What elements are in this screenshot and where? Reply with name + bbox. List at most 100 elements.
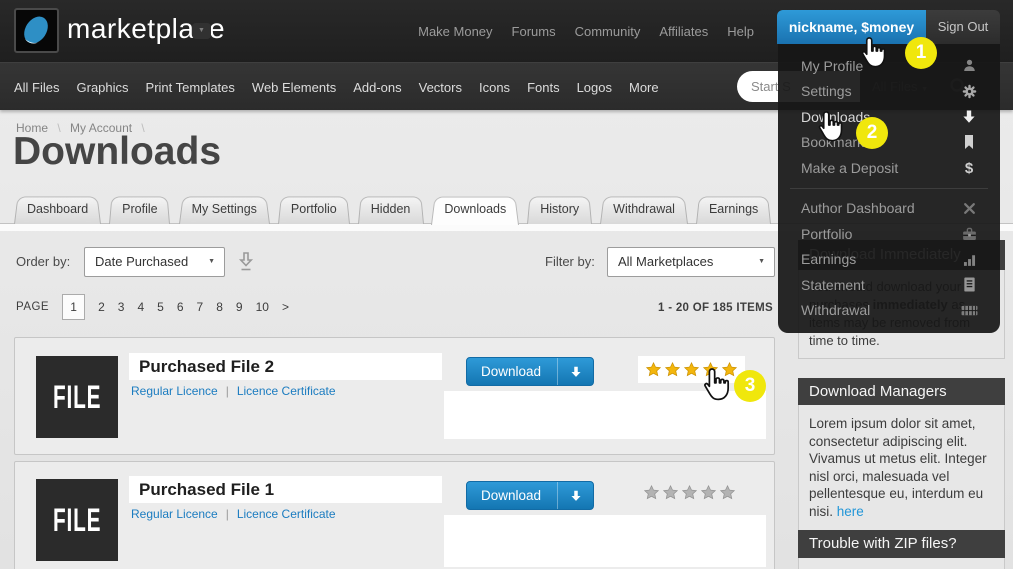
tools-icon [959,200,979,217]
callout-badge-2: 2 [856,117,888,149]
page-3[interactable]: 3 [118,300,125,314]
download-arrow-icon [557,358,593,385]
tab-profile[interactable]: Profile [109,194,170,224]
top-nav: Make Money Forums Community Affiliates H… [418,0,754,62]
regular-licence-link[interactable]: Regular Licence [131,507,218,521]
page-10[interactable]: 10 [256,300,269,314]
bookmark-icon [959,134,979,150]
callout-badge-1: 1 [905,37,937,69]
top-nav-forums[interactable]: Forums [512,24,556,39]
menu-item-settings[interactable]: Settings [778,79,1000,105]
licence-certificate-link[interactable]: Licence Certificate [237,384,336,398]
marketplace-logo-icon[interactable] [14,8,59,53]
filter-by-label: Filter by: [545,254,595,269]
bar-chart-icon [959,251,979,268]
nav-all-files[interactable]: All Files [14,80,60,95]
sidebar-box-body [798,558,1005,569]
page-next[interactable]: > [282,300,289,314]
menu-item-make-a-deposit[interactable]: Make a Deposit $ [778,155,1000,181]
pagination: PAGE 1 2 3 4 5 6 7 8 9 10 > [16,300,289,314]
page-9[interactable]: 9 [236,300,243,314]
hand-cursor-icon [700,367,732,409]
top-nav-community[interactable]: Community [575,24,641,39]
tab-dashboard[interactable]: Dashboard [14,194,101,224]
tab-my-settings[interactable]: My Settings [179,194,270,224]
chevron-down-icon: ▼ [758,248,765,276]
item-license-links: Regular Licence|Licence Certificate [131,384,336,398]
nav-fonts[interactable]: Fonts [527,80,560,95]
nav-graphics[interactable]: Graphics [77,80,129,95]
category-nav: All Files Graphics Print Templates Web E… [14,63,659,111]
dollar-icon: $ [959,159,979,176]
nav-print-templates[interactable]: Print Templates [146,80,235,95]
tab-hidden[interactable]: Hidden [358,194,424,224]
top-nav-make-money[interactable]: Make Money [418,24,492,39]
nav-vectors[interactable]: Vectors [419,80,462,95]
purchased-item-row: FILE Purchased File 2 Regular Licence|Li… [14,337,775,455]
licence-certificate-link[interactable]: Licence Certificate [237,507,336,521]
nav-more[interactable]: More [629,80,659,95]
page-6[interactable]: 6 [177,300,184,314]
menu-divider [790,188,988,189]
download-button[interactable]: Download [466,481,594,510]
statement-icon [959,276,979,293]
menu-item-withdrawal[interactable]: Withdrawal [778,298,1000,324]
callout-badge-3: 3 [734,370,766,402]
download-managers-box: Download Managers Lorem ipsum dolor sit … [798,378,1005,531]
item-title[interactable]: Purchased File 2 [129,353,442,380]
menu-item-author-dashboard[interactable]: Author Dashboard [778,196,1000,222]
sign-out-button[interactable]: Sign Out [926,10,1000,44]
file-thumbnail[interactable]: FILE [36,356,118,438]
user-account-button[interactable]: nickname, $money [777,10,926,44]
item-title[interactable]: Purchased File 1 [129,476,442,503]
page-2[interactable]: 2 [98,300,105,314]
tab-withdrawal[interactable]: Withdrawal [600,194,688,224]
nav-web-elements[interactable]: Web Elements [252,80,336,95]
menu-item-downloads[interactable]: Downloads [778,104,1000,130]
marketplace-downloads-page: marketplace ▼ Make Money Forums Communit… [0,0,1013,569]
page-8[interactable]: 8 [216,300,223,314]
logo-dropdown-caret-icon[interactable]: ▼ [192,23,211,39]
filter-by-select[interactable]: All Marketplaces▼ [607,247,775,277]
menu-item-statement[interactable]: Statement [778,272,1000,298]
download-button[interactable]: Download [466,357,594,386]
page-current[interactable]: 1 [62,294,85,320]
hand-cursor-icon [815,110,845,150]
account-tabs: Dashboard Profile My Settings Portfolio … [14,194,771,225]
svg-text:$: $ [965,160,974,176]
cash-icon [959,303,979,318]
order-by-label: Order by: [16,254,70,269]
regular-licence-link[interactable]: Regular Licence [131,384,218,398]
hand-cursor-icon [858,36,888,76]
items-count-summary: 1 - 20 OF 185 ITEMS [658,302,773,314]
tab-downloads[interactable]: Downloads [431,194,519,225]
sidebar-box-title: Trouble with ZIP files? [798,530,1005,558]
page-4[interactable]: 4 [137,300,144,314]
tab-portfolio[interactable]: Portfolio [278,194,350,224]
nav-add-ons[interactable]: Add-ons [353,80,401,95]
page-7[interactable]: 7 [197,300,204,314]
rating-stars[interactable] [643,484,736,501]
person-icon [959,57,979,74]
nav-icons[interactable]: Icons [479,80,510,95]
top-nav-affiliates[interactable]: Affiliates [659,24,708,39]
here-link[interactable]: here [837,504,864,519]
menu-item-portfolio[interactable]: Portfolio [778,221,1000,247]
briefcase-icon [959,226,979,242]
top-nav-help[interactable]: Help [727,24,754,39]
file-thumbnail[interactable]: FILE [36,479,118,561]
tab-history[interactable]: History [527,194,592,224]
download-arrow-icon [557,482,593,509]
menu-item-bookmarks[interactable]: Bookmarks [778,130,1000,156]
order-by-select[interactable]: Date Purchased▼ [84,247,225,277]
nav-logos[interactable]: Logos [577,80,612,95]
purchased-item-row: FILE Purchased File 1 Regular Licence|Li… [14,461,775,569]
item-license-links: Regular Licence|Licence Certificate [131,507,336,521]
user-dropdown-menu: My Profile Settings Downloads Bookmarks … [778,44,1000,333]
page-5[interactable]: 5 [157,300,164,314]
menu-item-earnings[interactable]: Earnings [778,247,1000,273]
menu-item-my-profile[interactable]: My Profile [778,53,1000,79]
sidebar-box-title: Download Managers [798,378,1005,405]
tab-earnings[interactable]: Earnings [696,194,771,224]
download-list-icon[interactable] [236,250,256,279]
